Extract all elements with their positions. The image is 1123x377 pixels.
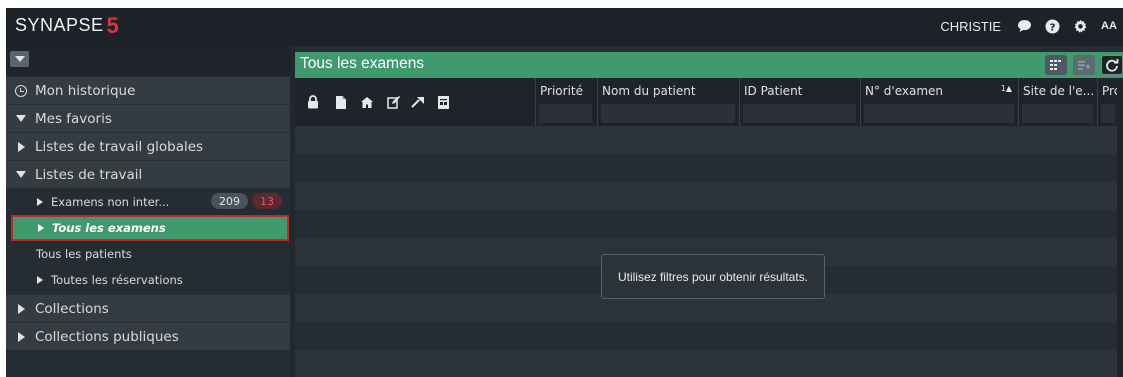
- chevron-down-icon: [14, 56, 25, 62]
- table-row: [295, 126, 1123, 154]
- table-row: [295, 210, 1123, 238]
- column-truncated[interactable]: Pro: [1097, 78, 1117, 126]
- list-add-icon[interactable]: [1073, 55, 1095, 75]
- collapsed-arrow-icon: [36, 276, 44, 284]
- collapsed-arrow-icon: [14, 141, 28, 152]
- refresh-icon[interactable]: [1101, 55, 1123, 75]
- logo-mark: 5: [106, 12, 119, 38]
- settings-icon[interactable]: [1071, 17, 1089, 35]
- lock-icon[interactable]: [303, 92, 323, 112]
- expanded-arrow-icon: [14, 115, 28, 122]
- top-bar: SYNAPSE 5 CHRISTIE ? AA: [6, 8, 1123, 46]
- sidebar-item-public-collections[interactable]: Collections publiques: [6, 322, 290, 350]
- site-filter-input[interactable]: [1022, 104, 1093, 123]
- column-label: Nom du patient: [602, 84, 696, 98]
- logo-text: SYNAPSE: [15, 15, 104, 35]
- empty-results-message: Utilisez filtres pour obtenir résultats.: [601, 254, 825, 299]
- column-patient-name[interactable]: Nom du patient: [597, 78, 739, 126]
- column-patient-id[interactable]: ID Patient: [739, 78, 860, 126]
- exam-number-filter-input[interactable]: [864, 104, 1014, 123]
- priority-filter-input[interactable]: [539, 104, 592, 123]
- app-window: SYNAPSE 5 CHRISTIE ? AA Mon historique M…: [6, 8, 1123, 377]
- sidebar-item-favorites[interactable]: Mes favoris: [6, 104, 290, 132]
- worklist-item-all-reservations[interactable]: Toutes les réservations: [6, 267, 290, 293]
- collapse-sidebar-button[interactable]: [10, 51, 29, 67]
- column-priority[interactable]: Priorité: [535, 78, 597, 126]
- table-row: [295, 350, 1123, 377]
- column-label: Pro: [1102, 84, 1117, 98]
- report-icon[interactable]: [433, 92, 453, 112]
- sidebar-item-label: Mon historique: [35, 82, 136, 99]
- sidebar-item-worklists[interactable]: Listes de travail: [6, 160, 290, 188]
- sidebar-header: [6, 46, 290, 76]
- sidebar-item-global-worklists[interactable]: Listes de travail globales: [6, 132, 290, 160]
- patient-name-filter-input[interactable]: [601, 104, 735, 123]
- worklist-title-bar: Tous les examens: [295, 52, 1123, 78]
- sidebar-item-label: Collections publiques: [35, 328, 179, 345]
- table-row: [295, 182, 1123, 210]
- sidebar-item-history[interactable]: Mon historique: [6, 76, 290, 104]
- worklist-item-unread-exams[interactable]: Examens non inter... 209 13: [6, 189, 290, 215]
- collapsed-arrow-icon: [14, 331, 28, 342]
- vertical-scrollbar[interactable]: [1117, 78, 1123, 377]
- pin-icon[interactable]: [408, 92, 428, 112]
- page-title: Tous les examens: [300, 55, 425, 72]
- worklist-item-all-patients[interactable]: Tous les patients: [6, 241, 290, 267]
- history-icon: [14, 84, 28, 97]
- table-header: Priorité Nom du patient ID Patient N° d'…: [295, 78, 1123, 126]
- column-label: Site de l'e...: [1023, 84, 1095, 98]
- title-actions: [1045, 55, 1123, 75]
- sidebar: Mon historique Mes favoris Listes de tra…: [6, 46, 290, 377]
- collapsed-arrow-icon: [36, 198, 44, 206]
- worklist-item-label: Tous les patients: [36, 247, 132, 261]
- worklist-badges: 209 13: [211, 193, 282, 209]
- sidebar-item-label: Collections: [35, 300, 109, 317]
- document-icon[interactable]: [331, 92, 351, 112]
- table-row: [295, 154, 1123, 182]
- edit-icon[interactable]: [383, 92, 403, 112]
- font-size-icon[interactable]: AA: [1099, 17, 1119, 35]
- sidebar-item-label: Listes de travail: [35, 166, 143, 183]
- worklist-item-label: Toutes les réservations: [51, 273, 183, 287]
- patient-id-filter-input[interactable]: [743, 104, 856, 123]
- home-icon[interactable]: [357, 92, 377, 112]
- column-label: ID Patient: [744, 84, 803, 98]
- sidebar-item-label: Mes favoris: [35, 110, 112, 127]
- alert-count-badge: 13: [252, 193, 282, 209]
- worklist-item-label: Examens non inter...: [51, 195, 170, 209]
- chat-icon[interactable]: [1015, 17, 1033, 35]
- column-site[interactable]: Site de l'e...: [1018, 78, 1097, 126]
- help-icon[interactable]: ?: [1043, 17, 1061, 35]
- count-badge: 209: [211, 193, 248, 209]
- collapsed-arrow-icon: [14, 303, 28, 314]
- column-label: Priorité: [540, 84, 583, 98]
- svg-text:?: ?: [1049, 22, 1055, 33]
- column-exam-number[interactable]: N° d'examen 1▲: [860, 78, 1018, 126]
- truncated-filter-input[interactable]: [1101, 104, 1115, 123]
- app-logo: SYNAPSE 5: [15, 12, 119, 38]
- sidebar-item-label: Listes de travail globales: [35, 138, 204, 155]
- top-icons: ? AA: [1015, 17, 1119, 35]
- expanded-arrow-icon: [14, 171, 28, 178]
- worklist-item-all-exams[interactable]: Tous les examens: [11, 215, 289, 241]
- table-row: [295, 322, 1123, 350]
- sidebar-item-collections[interactable]: Collections: [6, 294, 290, 322]
- sort-ascending-icon[interactable]: 1▲: [1001, 84, 1012, 93]
- column-label: N° d'examen: [865, 84, 944, 98]
- grid-view-icon[interactable]: [1045, 55, 1067, 75]
- collapsed-arrow-icon: [37, 224, 45, 232]
- worklist-item-label: Tous les examens: [52, 221, 166, 235]
- user-name[interactable]: CHRISTIE: [940, 19, 1001, 34]
- main-panel: Tous les examens Priorité Nom du patient…: [295, 46, 1123, 377]
